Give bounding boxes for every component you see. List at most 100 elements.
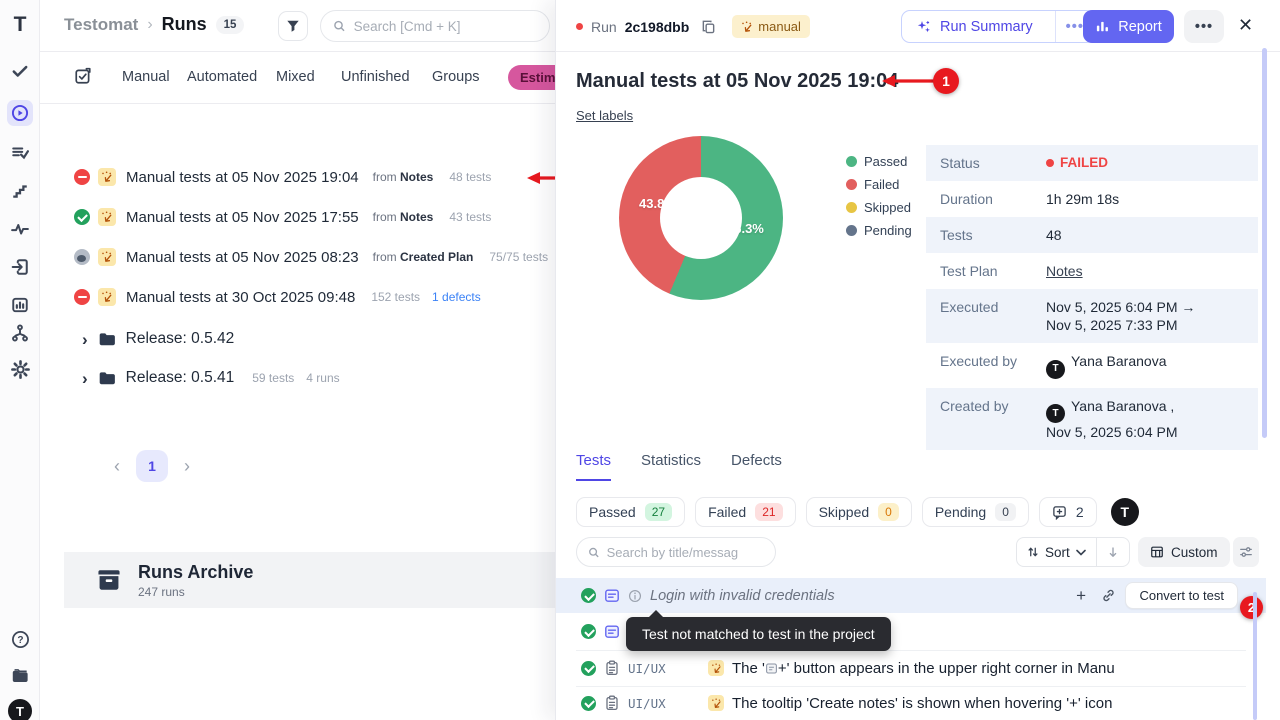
run-detail-header: Run 2c198dbb manual Run Summary ••• Repo… <box>556 0 1280 52</box>
release-folder-row[interactable]: › Release: 0.5.42 <box>82 330 234 348</box>
view-settings-button[interactable] <box>1233 537 1259 567</box>
sort-button[interactable]: Sort <box>1017 538 1096 566</box>
more-actions-button[interactable]: ••• <box>1184 10 1224 43</box>
help-icon[interactable]: ? <box>7 626 33 652</box>
tab-tests[interactable]: Tests <box>576 452 611 481</box>
tests-check-icon[interactable] <box>7 58 33 84</box>
tests-value: 48 <box>1046 226 1062 244</box>
test-title: The '+' button appears in the upper righ… <box>732 660 1115 677</box>
page-button[interactable]: 1 <box>136 450 168 482</box>
run-list-item[interactable]: Manual tests at 30 Oct 2025 09:48 152 te… <box>74 288 481 306</box>
assignee-avatar[interactable]: T <box>1111 498 1139 526</box>
chevron-right-icon[interactable]: › <box>82 370 88 387</box>
search-icon <box>588 546 600 559</box>
tab-manual[interactable]: Manual <box>122 69 170 85</box>
tab-groups[interactable]: Groups <box>432 69 480 85</box>
filter-button[interactable] <box>278 11 308 41</box>
manual-test-icon <box>708 660 724 676</box>
batch-select-icon[interactable] <box>74 67 92 85</box>
manual-run-icon <box>98 248 116 266</box>
passed-status-icon <box>581 588 596 603</box>
run-defects-link[interactable]: 1 defects <box>432 290 481 304</box>
status-value: FAILED <box>1046 154 1108 172</box>
release-folder-row[interactable]: › Release: 0.5.41 59 tests 4 runs <box>82 369 340 387</box>
breadcrumb: Testomat › Runs 15 <box>64 14 244 35</box>
projects-folder-icon[interactable] <box>7 662 33 688</box>
tab-unfinished[interactable]: Unfinished <box>341 69 410 85</box>
run-list-item[interactable]: Manual tests at 05 Nov 2025 19:04 from N… <box>74 168 491 186</box>
manual-badge: manual <box>732 15 810 38</box>
next-page-icon[interactable]: › <box>184 456 190 477</box>
convert-to-test-button[interactable]: Convert to test <box>1125 582 1238 609</box>
run-id: 2c198dbb <box>625 19 690 35</box>
legend-item: Pending <box>846 223 912 238</box>
breadcrumb-section: Runs <box>162 14 207 35</box>
run-tests-count: 48 tests <box>449 170 491 184</box>
filter-skipped[interactable]: Skipped0 <box>806 497 912 527</box>
filter-pending[interactable]: Pending0 <box>922 497 1029 527</box>
detail-row-executed: Executed Nov 5, 2025 6:04 PM →Nov 5, 202… <box>926 289 1258 343</box>
tests-scrollbar-thumb[interactable] <box>1253 592 1257 720</box>
report-button[interactable]: Report <box>1083 10 1174 43</box>
add-icon[interactable]: + <box>1076 586 1086 606</box>
tab-defects[interactable]: Defects <box>731 452 782 481</box>
test-plan-link[interactable]: Notes <box>1046 262 1083 280</box>
tab-statistics[interactable]: Statistics <box>641 452 701 481</box>
panel-scrollbar-thumb[interactable] <box>1262 48 1267 438</box>
donut-chart: 43.8% 56.3% <box>619 136 783 300</box>
settings-gear-icon[interactable] <box>7 356 33 382</box>
status-filter-pills: Passed27 Failed21 Skipped0 Pending0 2 T <box>576 497 1145 527</box>
runs-search[interactable] <box>320 10 550 42</box>
app-logo-icon[interactable]: T <box>7 12 33 38</box>
detail-row-plan: Test Plan Notes <box>926 253 1258 289</box>
filter-passed[interactable]: Passed27 <box>576 497 685 527</box>
run-summary-button[interactable]: Run Summary <box>902 19 1047 35</box>
passed-status-icon <box>581 661 596 676</box>
run-list-item[interactable]: Manual tests at 05 Nov 2025 08:23 from C… <box>74 248 548 266</box>
test-row[interactable]: UI/UX The tooltip 'Create notes' is show… <box>556 686 1266 720</box>
runs-play-icon[interactable] <box>7 100 33 126</box>
run-label: Run <box>591 19 617 35</box>
plans-list-icon[interactable] <box>7 140 33 166</box>
tab-automated[interactable]: Automated <box>187 69 257 85</box>
breadcrumb-app[interactable]: Testomat <box>64 15 138 35</box>
user-avatar[interactable]: T <box>7 698 33 720</box>
runs-archive-row[interactable]: Runs Archive 247 runs <box>64 552 556 608</box>
legend-item: Failed <box>846 177 912 192</box>
sort-direction-button[interactable] <box>1096 538 1129 566</box>
copy-icon[interactable] <box>701 19 716 34</box>
runs-filter-tabs: Manual Automated Mixed Unfinished Groups… <box>40 52 556 104</box>
close-panel-icon[interactable]: ✕ <box>1238 15 1253 36</box>
chevron-right-icon[interactable]: › <box>82 331 88 348</box>
note-glyph-icon <box>765 662 778 675</box>
import-icon[interactable] <box>7 254 33 280</box>
branch-icon[interactable] <box>7 320 33 346</box>
manual-run-icon <box>98 168 116 186</box>
funnel-icon <box>286 19 300 33</box>
analytics-icon[interactable] <box>7 292 33 318</box>
test-title: The tooltip 'Create notes' is shown when… <box>732 695 1112 712</box>
steps-icon[interactable] <box>7 178 33 204</box>
pulse-icon[interactable] <box>7 216 33 242</box>
tab-estimate-badge[interactable]: Estimate <box>508 65 556 90</box>
tab-mixed[interactable]: Mixed <box>276 69 315 85</box>
release-tests-count: 59 tests <box>252 371 294 385</box>
custom-columns-button[interactable]: Custom <box>1138 537 1230 567</box>
test-row[interactable]: Login with invalid credentials + Convert… <box>556 578 1266 613</box>
tests-search-input[interactable] <box>607 545 764 560</box>
tooltip: Test not matched to test in the project <box>626 617 891 651</box>
set-labels-link[interactable]: Set labels <box>576 108 633 123</box>
filter-failed[interactable]: Failed21 <box>695 497 796 527</box>
prev-page-icon[interactable]: ‹ <box>114 456 120 477</box>
runs-search-input[interactable] <box>354 19 537 34</box>
link-icon[interactable] <box>1101 588 1116 603</box>
annotation-arrow-run <box>525 170 556 186</box>
run-list-item[interactable]: Manual tests at 05 Nov 2025 17:55 from N… <box>74 208 491 226</box>
svg-text:?: ? <box>17 635 23 646</box>
test-row[interactable]: UI/UX The '+' button appears in the uppe… <box>556 650 1266 686</box>
info-icon <box>628 589 642 603</box>
detail-tabs: Tests Statistics Defects <box>576 452 782 481</box>
arrow-down-icon <box>1107 546 1119 559</box>
tests-search[interactable] <box>576 537 776 567</box>
filter-comments[interactable]: 2 <box>1039 497 1097 527</box>
